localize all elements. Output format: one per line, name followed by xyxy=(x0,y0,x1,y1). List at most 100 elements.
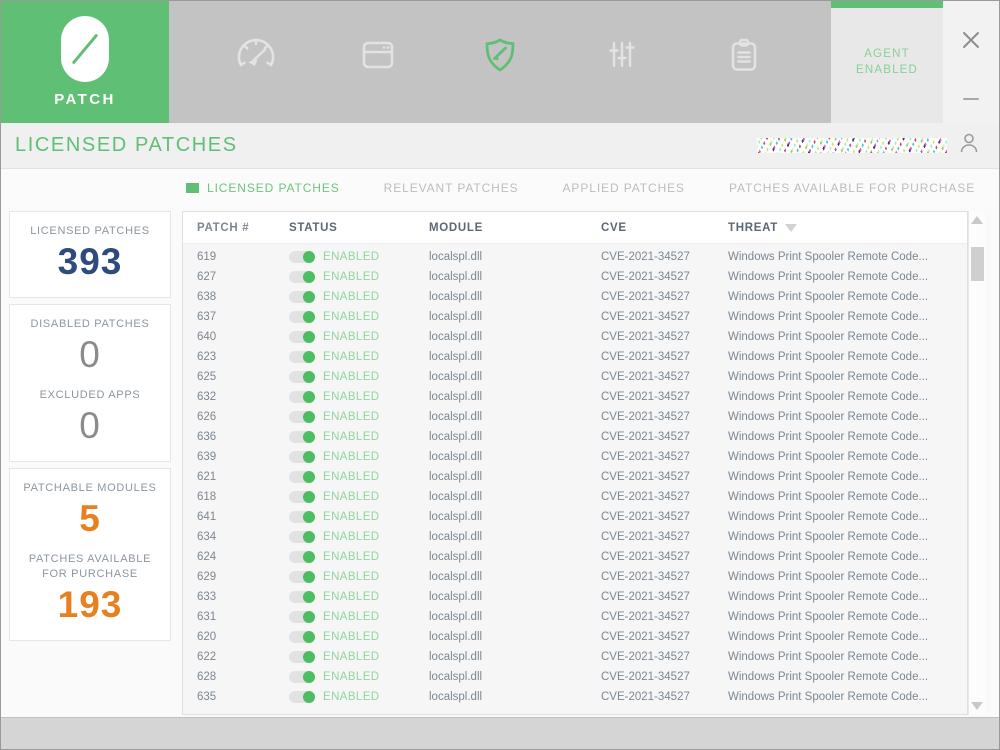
cell-module: localspl.dll xyxy=(429,451,483,463)
table-row[interactable]: 633 ENABLED localspl.dll CVE-2021-34527 Wind… xyxy=(183,587,967,607)
status-toggle[interactable] xyxy=(289,671,315,683)
clipboard-icon[interactable] xyxy=(715,26,773,84)
toggle-knob-icon xyxy=(303,371,315,383)
cell-status: ENABLED xyxy=(289,631,429,643)
tab-relevant-patches[interactable]: RELEVANT PATCHES xyxy=(384,181,519,195)
status-toggle[interactable] xyxy=(289,411,315,423)
minimize-icon[interactable] xyxy=(960,90,982,108)
tab-patches-available-for-purchase[interactable]: PATCHES AVAILABLE FOR PURCHASE xyxy=(729,181,975,195)
cell-cve: CVE-2021-34527 xyxy=(601,551,690,563)
agent-status-line1: AGENT xyxy=(864,48,910,60)
sort-descending-icon xyxy=(784,223,797,232)
table-row[interactable]: 638 ENABLED localspl.dll CVE-2021-34527 Wind… xyxy=(183,287,967,307)
cell-status: ENABLED xyxy=(289,411,429,423)
patches-table: PATCH # STATUS MODULE CVE THREAT 619 ENAB… xyxy=(182,211,968,715)
cell-module: localspl.dll xyxy=(429,491,483,503)
status-toggle[interactable] xyxy=(289,431,315,443)
status-toggle[interactable] xyxy=(289,351,315,363)
cell-module: localspl.dll xyxy=(429,391,483,403)
table-row[interactable]: 624 ENABLED localspl.dll CVE-2021-34527 Wind… xyxy=(183,547,967,567)
status-label: ENABLED xyxy=(323,331,380,343)
table-row[interactable]: 621 ENABLED localspl.dll CVE-2021-34527 Wind… xyxy=(183,467,967,487)
close-icon[interactable] xyxy=(960,29,982,56)
status-toggle[interactable] xyxy=(289,251,315,263)
table-row[interactable]: 635 ENABLED localspl.dll CVE-2021-34527 Wind… xyxy=(183,687,967,707)
status-toggle[interactable] xyxy=(289,691,315,703)
gauge-icon[interactable] xyxy=(227,26,285,84)
column-header-threat[interactable]: THREAT xyxy=(728,222,959,234)
status-toggle[interactable] xyxy=(289,331,315,343)
table-row[interactable]: 639 ENABLED localspl.dll CVE-2021-34527 Wind… xyxy=(183,447,967,467)
table-scrollbar[interactable] xyxy=(968,211,985,715)
cell-status: ENABLED xyxy=(289,331,429,343)
cell-patch-number: 638 xyxy=(197,291,217,303)
table-row[interactable]: 631 ENABLED localspl.dll CVE-2021-34527 Wind… xyxy=(183,607,967,627)
sliders-icon[interactable] xyxy=(593,26,651,84)
shield-icon[interactable] xyxy=(471,26,529,84)
table-row[interactable]: 622 ENABLED localspl.dll CVE-2021-34527 Wind… xyxy=(183,647,967,667)
table-row[interactable]: 626 ENABLED localspl.dll CVE-2021-34527 Wind… xyxy=(183,407,967,427)
status-toggle[interactable] xyxy=(289,531,315,543)
status-toggle[interactable] xyxy=(289,651,315,663)
table-row[interactable]: 623 ENABLED localspl.dll CVE-2021-34527 Wind… xyxy=(183,347,967,367)
column-header-patch[interactable]: PATCH # xyxy=(197,222,289,234)
table-row[interactable]: 625 ENABLED localspl.dll CVE-2021-34527 Wind… xyxy=(183,367,967,387)
column-header-status[interactable]: STATUS xyxy=(289,222,429,234)
cell-threat: Windows Print Spooler Remote Code... xyxy=(728,531,929,543)
scrollbar-thumb[interactable] xyxy=(971,247,984,281)
tab-licensed-patches[interactable]: LICENSED PATCHES xyxy=(186,181,340,195)
status-toggle[interactable] xyxy=(289,391,315,403)
status-toggle[interactable] xyxy=(289,611,315,623)
table-row[interactable]: 629 ENABLED localspl.dll CVE-2021-34527 Wind… xyxy=(183,567,967,587)
table-row[interactable]: 628 ENABLED localspl.dll CVE-2021-34527 Wind… xyxy=(183,667,967,687)
status-toggle[interactable] xyxy=(289,571,315,583)
stat-card-modules-purchase: PATCHABLE MODULES 5 PATCHES AVAILABLE FO… xyxy=(9,468,171,641)
column-header-cve[interactable]: CVE xyxy=(601,222,728,234)
table-row[interactable]: 640 ENABLED localspl.dll CVE-2021-34527 Wind… xyxy=(183,327,967,347)
stat-value-patches-available: 193 xyxy=(57,584,123,625)
status-toggle[interactable] xyxy=(289,271,315,283)
table-row[interactable]: 620 ENABLED localspl.dll CVE-2021-34527 Wind… xyxy=(183,627,967,647)
status-toggle[interactable] xyxy=(289,291,315,303)
scroll-up-arrow-icon[interactable] xyxy=(971,216,983,224)
user-icon[interactable] xyxy=(959,132,979,159)
cell-threat: Windows Print Spooler Remote Code... xyxy=(728,411,929,423)
status-toggle[interactable] xyxy=(289,491,315,503)
toggle-knob-icon xyxy=(303,351,315,363)
agent-status-panel[interactable]: AGENT ENABLED xyxy=(831,1,943,123)
status-toggle[interactable] xyxy=(289,631,315,643)
tab-applied-patches[interactable]: APPLIED PATCHES xyxy=(563,181,685,195)
cell-threat: Windows Print Spooler Remote Code... xyxy=(728,551,929,563)
cell-cve: CVE-2021-34527 xyxy=(601,371,690,383)
status-toggle[interactable] xyxy=(289,471,315,483)
table-row[interactable]: 634 ENABLED localspl.dll CVE-2021-34527 Wind… xyxy=(183,527,967,547)
cell-module: localspl.dll xyxy=(429,551,483,563)
status-label: ENABLED xyxy=(323,451,380,463)
cell-patch-number: 626 xyxy=(197,411,217,423)
window-icon[interactable] xyxy=(349,26,407,84)
cell-status: ENABLED xyxy=(289,491,429,503)
scroll-down-arrow-icon[interactable] xyxy=(971,702,983,710)
cell-module: localspl.dll xyxy=(429,411,483,423)
table-row[interactable]: 636 ENABLED localspl.dll CVE-2021-34527 Wind… xyxy=(183,427,967,447)
status-label: ENABLED xyxy=(323,491,380,503)
status-toggle[interactable] xyxy=(289,551,315,563)
nav-icon-group xyxy=(169,1,831,123)
table-row[interactable]: 637 ENABLED localspl.dll CVE-2021-34527 Wind… xyxy=(183,307,967,327)
status-toggle[interactable] xyxy=(289,451,315,463)
status-label: ENABLED xyxy=(323,291,380,303)
table-row[interactable]: 619 ENABLED localspl.dll CVE-2021-34527 Wind… xyxy=(183,247,967,267)
column-header-module[interactable]: MODULE xyxy=(429,222,601,234)
status-toggle[interactable] xyxy=(289,591,315,603)
toggle-knob-icon xyxy=(303,271,315,283)
table-row[interactable]: 627 ENABLED localspl.dll CVE-2021-34527 Wind… xyxy=(183,267,967,287)
status-toggle[interactable] xyxy=(289,371,315,383)
status-toggle[interactable] xyxy=(289,511,315,523)
cell-cve: CVE-2021-34527 xyxy=(601,291,690,303)
status-toggle[interactable] xyxy=(289,311,315,323)
table-row[interactable]: 618 ENABLED localspl.dll CVE-2021-34527 Wind… xyxy=(183,487,967,507)
table-row[interactable]: 632 ENABLED localspl.dll CVE-2021-34527 Wind… xyxy=(183,387,967,407)
table-row[interactable]: 641 ENABLED localspl.dll CVE-2021-34527 Wind… xyxy=(183,507,967,527)
cell-cve: CVE-2021-34527 xyxy=(601,671,690,683)
stat-card-licensed-patches: LICENSED PATCHES 393 xyxy=(9,211,171,298)
